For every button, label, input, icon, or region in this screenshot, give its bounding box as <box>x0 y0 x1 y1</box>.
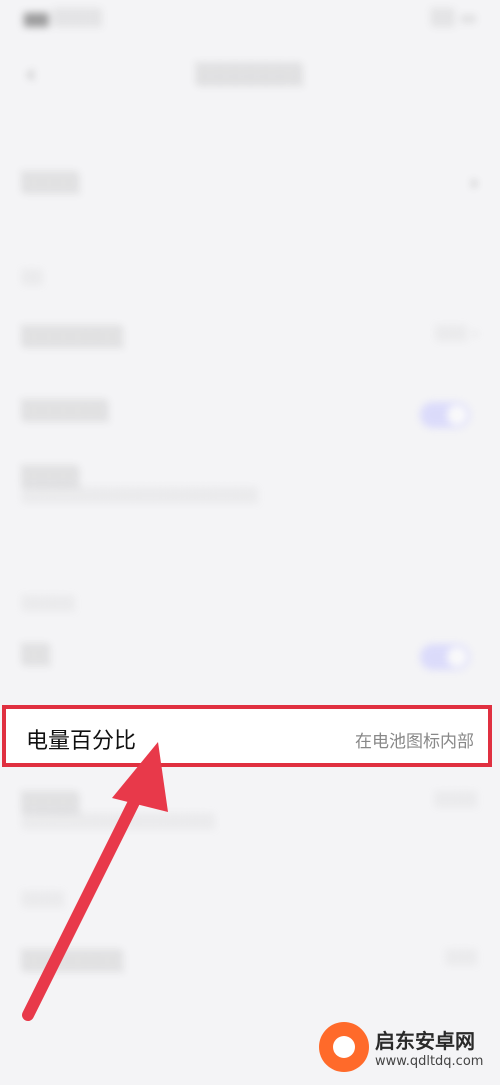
settings-row-5[interactable]: ░░ <box>22 644 478 666</box>
settings-row-4[interactable]: ░░░░ ░░░░░░░░░░░░░░░░░░░░░░ <box>22 466 478 504</box>
page-title: ░░░░░░░ <box>196 62 304 86</box>
section-header-3: ░░░░ <box>22 892 66 908</box>
status-bar-right: ░░ ▭ <box>431 8 476 27</box>
section-header-1: ░░ <box>22 270 44 286</box>
blurred-background: ▆▆ ░░░░ ░░ ▭ ‹ ░░░░░░░ ░░░░ › ░░ ░░░░░░░… <box>0 0 500 1085</box>
screen: ▆▆ ░░░░ ░░ ▭ ‹ ░░░░░░░ ░░░░ › ░░ ░░░░░░░… <box>0 0 500 1085</box>
toggle-switch[interactable] <box>420 402 470 428</box>
battery-percentage-value: 在电池图标内部 <box>355 732 474 752</box>
battery-percentage-label: 电量百分比 <box>26 729 137 754</box>
section-header-2: ░░░░░ <box>22 596 76 612</box>
battery-percentage-row[interactable]: 电量百分比 在电池图标内部 <box>2 705 492 767</box>
settings-row-3[interactable]: ░░░░░░ <box>22 400 478 422</box>
settings-row-1[interactable]: ░░░░ › <box>22 172 478 194</box>
watermark: 启东安卓网 www.qdltdq.com <box>319 1017 494 1077</box>
watermark-logo-icon <box>319 1022 369 1072</box>
toggle-switch[interactable] <box>420 644 470 670</box>
settings-row-6[interactable]: ░░░░ ░░░░ ░░░░░░░░░░░░░░░░░░ <box>22 792 478 830</box>
watermark-brand: 启东安卓网 <box>375 1029 475 1053</box>
settings-row-7[interactable]: ░░░░░░░ ░░░ <box>22 950 478 972</box>
settings-row-2[interactable]: ░░░░░░░ ░░░ › <box>22 326 478 348</box>
status-bar-left: ▆▆ ░░░░ <box>24 8 103 27</box>
watermark-url: www.qdltdq.com <box>375 1054 484 1069</box>
